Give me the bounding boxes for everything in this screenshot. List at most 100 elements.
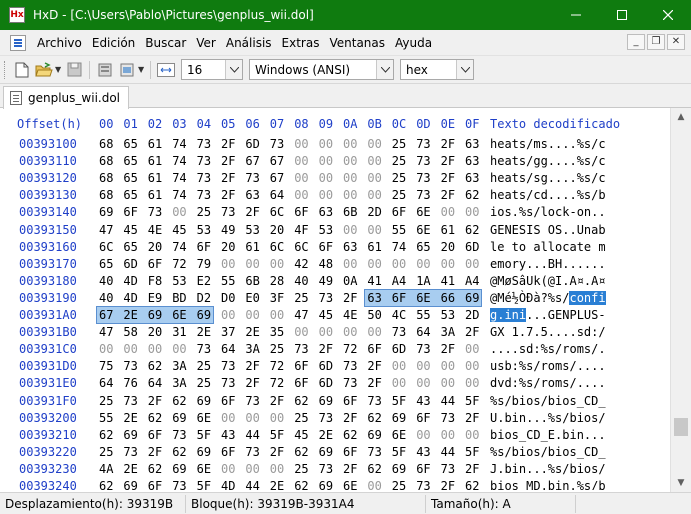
hex-row[interactable]: 00393240 62 69 6F 73 5F 4D 44 2E 62 69 6E 00 25 73 2F 62… (2, 478, 670, 490)
hex-byte[interactable]: 64 (270, 187, 284, 204)
hex-byte[interactable]: 73 (416, 341, 430, 358)
hex-byte[interactable]: 53 (197, 222, 211, 239)
hex-byte[interactable]: 6F (294, 358, 308, 375)
hex-byte[interactable]: 2F (367, 375, 381, 392)
decoded-text[interactable]: dvd:%s/roms/.... (490, 375, 606, 392)
hex-byte[interactable]: 00 (367, 153, 381, 170)
decoded-text[interactable]: heats/gg....%s/c (490, 153, 606, 170)
hex-byte[interactable]: 55 (99, 410, 113, 427)
hex-byte[interactable]: 2F (465, 410, 479, 427)
hex-byte[interactable]: 47 (99, 222, 113, 239)
decoded-text[interactable]: J.bin...%s/bios/ (490, 461, 606, 478)
hex-byte[interactable]: 00 (465, 341, 479, 358)
hex-byte[interactable]: 68 (99, 153, 113, 170)
hex-byte[interactable]: 73 (367, 444, 381, 461)
hex-byte[interactable]: 75 (99, 358, 113, 375)
hex-byte[interactable]: 73 (441, 461, 455, 478)
hex-byte[interactable]: 73 (245, 393, 259, 410)
hex-byte[interactable]: 73 (416, 170, 430, 187)
hex-byte[interactable]: 00 (392, 358, 406, 375)
hex-byte[interactable]: 00 (172, 204, 186, 221)
hex-byte[interactable]: 00 (392, 375, 406, 392)
hex-byte[interactable]: 76 (123, 375, 137, 392)
hex-byte[interactable]: 4D (221, 478, 235, 490)
hex-byte[interactable]: 00 (270, 256, 284, 273)
hex-byte[interactable]: 6D (319, 375, 333, 392)
hex-byte[interactable]: 4D (123, 290, 137, 307)
hex-byte[interactable]: 61 (148, 153, 162, 170)
hex-byte[interactable]: 00 (294, 170, 308, 187)
hex-byte[interactable]: 00 (343, 324, 357, 341)
hex-byte[interactable]: 43 (416, 393, 430, 410)
hex-byte[interactable]: 6D (245, 136, 259, 153)
hex-byte[interactable]: 00 (319, 187, 333, 204)
hex-byte[interactable]: 00 (367, 324, 381, 341)
hex-byte[interactable]: 00 (221, 307, 235, 324)
hex-row[interactable]: 003931D0 75 73 62 3A 25 73 2F 72 6F 6D 73 2F 00 00 00 00… (2, 358, 670, 375)
hex-byte[interactable]: 73 (416, 153, 430, 170)
hex-byte[interactable]: 64 (148, 375, 162, 392)
hex-row[interactable]: 00393130 68 65 61 74 73 2F 63 64 00 00 00 00 25 73 2F 62… (2, 187, 670, 204)
hex-byte[interactable]: 5F (270, 427, 284, 444)
hex-byte[interactable]: 31 (172, 324, 186, 341)
hex-byte[interactable]: 6F (392, 204, 406, 221)
hex-byte[interactable]: 00 (343, 256, 357, 273)
hex-byte[interactable]: 43 (221, 427, 235, 444)
decoded-text[interactable]: bios_CD_E.bin... (490, 427, 606, 444)
hex-byte[interactable]: 73 (319, 410, 333, 427)
hex-byte[interactable]: 00 (343, 136, 357, 153)
hex-byte[interactable]: 00 (245, 256, 259, 273)
hex-byte[interactable]: 00 (343, 187, 357, 204)
decoded-text[interactable]: heats/ms....%s/c (490, 136, 606, 153)
hex-byte[interactable]: 74 (392, 239, 406, 256)
hex-byte[interactable]: 00 (367, 170, 381, 187)
hex-byte[interactable]: 69 (197, 444, 211, 461)
hex-byte[interactable]: 69 (172, 461, 186, 478)
hex-byte[interactable]: 3F (270, 290, 284, 307)
hex-byte[interactable]: 2F (319, 341, 333, 358)
hex-byte[interactable]: 00 (343, 222, 357, 239)
hex-byte[interactable]: 73 (197, 136, 211, 153)
hex-byte[interactable]: 00 (416, 427, 430, 444)
hex-byte[interactable]: 25 (392, 187, 406, 204)
hex-byte[interactable]: 45 (294, 427, 308, 444)
hex-byte[interactable]: 5F (197, 478, 211, 490)
hex-byte[interactable]: 2F (343, 410, 357, 427)
hex-byte[interactable]: 73 (172, 478, 186, 490)
hex-byte[interactable]: 73 (245, 444, 259, 461)
hex-byte[interactable]: 65 (123, 239, 137, 256)
hex-byte[interactable]: 73 (294, 341, 308, 358)
hex-row[interactable]: 00393210 62 69 6F 73 5F 43 44 5F 45 2E 62 69 6E 00 00 00… (2, 427, 670, 444)
hex-byte[interactable]: 00 (221, 461, 235, 478)
hex-byte[interactable]: 73 (270, 136, 284, 153)
hex-byte[interactable]: 63 (319, 204, 333, 221)
hex-byte[interactable]: 25 (99, 444, 113, 461)
hex-byte[interactable]: 00 (441, 358, 455, 375)
hex-byte[interactable]: 72 (343, 341, 357, 358)
hex-byte[interactable]: 69 (319, 393, 333, 410)
hex-byte[interactable]: 2F (465, 461, 479, 478)
maximize-button[interactable] (599, 0, 645, 30)
hex-byte[interactable]: 73 (392, 324, 406, 341)
hex-byte[interactable]: 6F (148, 427, 162, 444)
hex-byte[interactable]: 62 (465, 222, 479, 239)
hex-byte[interactable]: 25 (197, 375, 211, 392)
hex-byte[interactable]: 63 (465, 153, 479, 170)
hex-byte[interactable]: 55 (221, 273, 235, 290)
hex-byte[interactable]: 73 (197, 153, 211, 170)
hex-byte[interactable]: 6E (392, 427, 406, 444)
hex-byte[interactable]: 00 (367, 478, 381, 490)
hex-byte[interactable]: 2F (221, 136, 235, 153)
hex-byte[interactable]: 6F (123, 204, 137, 221)
hex-byte[interactable]: 3A (172, 375, 186, 392)
hex-byte[interactable]: 4D (123, 273, 137, 290)
hex-byte[interactable]: 00 (221, 410, 235, 427)
hex-byte[interactable]: 65 (416, 239, 430, 256)
hex-byte[interactable]: E0 (245, 290, 259, 307)
hex-byte[interactable]: E2 (197, 273, 211, 290)
hex-byte[interactable]: 62 (172, 444, 186, 461)
hex-byte[interactable]: 2F (270, 393, 284, 410)
hex-byte[interactable]: 6F (343, 393, 357, 410)
hex-byte[interactable]: 63 (465, 170, 479, 187)
hex-byte[interactable]: 25 (294, 461, 308, 478)
